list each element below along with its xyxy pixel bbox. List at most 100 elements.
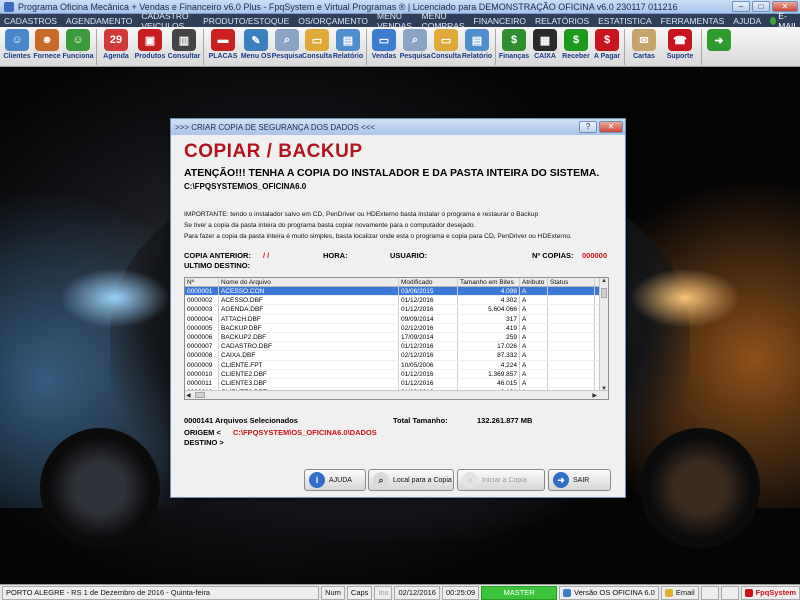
cell-size: 259: [458, 332, 520, 342]
dialog-close-button[interactable]: ✕: [599, 121, 623, 133]
status-ins: Ins: [374, 585, 393, 600]
dialog-help-button[interactable]: ?: [579, 121, 597, 133]
ajuda-button[interactable]: i AJUDA: [304, 469, 366, 491]
table-row[interactable]: 0000001 ACESSO.CON 03/06/2015 4.098 A: [185, 287, 608, 297]
destino-label: DESTINO >: [184, 438, 224, 447]
scroll-left-icon[interactable]: ◀: [186, 392, 191, 399]
toolbar-button-funciona[interactable]: ☺ Funciona: [62, 27, 94, 67]
maximize-button[interactable]: □: [752, 1, 770, 12]
origem-label: ORIGEM <: [184, 428, 221, 437]
toolbar-button-agenda[interactable]: 29 Agenda: [99, 27, 133, 67]
status-time: 00:25:09: [441, 585, 480, 600]
horizontal-scroll-thumb[interactable]: [195, 392, 205, 398]
menu-os-orcamento[interactable]: OS/ORÇAMENTO: [298, 16, 368, 26]
status-city-date: PORTO ALEGRE - RS 1 de Dezembro de 2016 …: [2, 585, 320, 600]
status-master-text: MASTER: [503, 588, 535, 597]
sair-button[interactable]: ➜ SAIR: [548, 469, 611, 491]
pay-money-icon: $: [595, 29, 619, 51]
table-row[interactable]: 0000011 CLIENTE3.DBF 01/12/2016 46.015 A: [185, 378, 608, 389]
cell-status: [548, 360, 595, 369]
toolbar-button-exit[interactable]: ➜: [704, 27, 734, 67]
ultimo-destino-label: ULTIMO DESTINO:: [184, 261, 251, 270]
column-header-modified[interactable]: Modificado: [399, 278, 458, 286]
toolbar-button-pesquisa[interactable]: ⌕ Pesquisa: [272, 27, 302, 67]
cell-size: 317: [458, 314, 520, 323]
copia-anterior-label: COPIA ANTERIOR:: [184, 251, 251, 260]
usuario-label: USUARIO:: [390, 251, 428, 260]
status-date-text: 02/12/2016: [398, 588, 436, 597]
finance-icon: $: [502, 29, 526, 51]
toolbar-button-placas[interactable]: ▬ PLACAS: [206, 27, 240, 67]
table-row[interactable]: 0000005 BACKUP.DBF 02/12/2016 419 A: [185, 323, 608, 333]
envelope-icon: [664, 588, 673, 597]
toolbar-button-label: Consulta: [431, 53, 461, 60]
local-copia-button[interactable]: ⌕ Local para a Copia: [368, 469, 454, 491]
iniciar-copia-button-label: Iniciar a Copia: [482, 476, 527, 484]
toolbar-button-pesquisa[interactable]: ⌕ Pesquisa: [399, 27, 431, 67]
minimize-button[interactable]: –: [732, 1, 750, 12]
toolbar-button-consultar[interactable]: ▥ Consultar: [167, 27, 201, 67]
cell-status: [548, 351, 595, 360]
menu-ferramentas[interactable]: FERRAMENTAS: [661, 16, 725, 26]
toolbar-button-suporte[interactable]: ☎ Suporte: [661, 27, 699, 67]
cell-modified: 10/05/2006: [399, 360, 458, 369]
menu-estatistica[interactable]: ESTATISTICA: [598, 16, 652, 26]
menu-ajuda[interactable]: AJUDA: [733, 16, 761, 26]
toolbar-button-a-pagar[interactable]: $ A Pagar: [592, 27, 622, 67]
table-row[interactable]: 0000009 CLIENTE.FPT 10/05/2006 4.224 A: [185, 360, 608, 370]
column-header-attribute[interactable]: Atributo: [520, 278, 548, 286]
scroll-right-icon[interactable]: ▶: [592, 392, 597, 399]
version-icon: [562, 588, 571, 597]
toolbar-button-consulta[interactable]: ▭ Consulta: [431, 27, 461, 67]
iniciar-copia-button[interactable]: ▫ Iniciar a Copia: [457, 469, 545, 491]
vertical-scroll-thumb[interactable]: [601, 288, 607, 298]
status-fpqsystem[interactable]: FpqSystem: [740, 585, 800, 600]
column-header-size[interactable]: Tamanho em Bites: [458, 278, 520, 286]
toolbar-button-vendas[interactable]: ▭ Vendas: [369, 27, 399, 67]
table-row[interactable]: 0000003 AGENDA.DBF 01/12/2016 5.604.066 A: [185, 305, 608, 315]
toolbar-button-relat-rio[interactable]: ▤ Relatório: [332, 27, 364, 67]
origem-path: C:\FPQSYSTEM\OS_OFICINA6.0\DADOS: [233, 428, 377, 437]
toolbar-button-label: Suporte: [666, 53, 694, 60]
cell-number: 0000005: [185, 323, 219, 332]
report-icon: ▤: [465, 29, 489, 51]
table-row[interactable]: 0000002 ACESSO.DBF 01/12/2016 4.302 A: [185, 296, 608, 306]
toolbar-button-label: Produtos: [134, 53, 166, 60]
column-header-status[interactable]: Status: [548, 278, 595, 286]
menu-agendamento[interactable]: AGENDAMENTO: [66, 16, 132, 26]
menu-cadastros[interactable]: CADASTROS: [4, 16, 57, 26]
toolbar-button-label: PLACAS: [208, 53, 238, 60]
toolbar-button-clientes[interactable]: ☺ Clientes: [2, 27, 32, 67]
toolbar-button-label: Clientes: [3, 53, 31, 60]
toolbar-button-finan-as[interactable]: $ Finanças: [498, 27, 530, 67]
toolbar-button-relat-rio[interactable]: ▤ Relatório: [461, 27, 493, 67]
files-table[interactable]: Nº Nome do Arquivo Modificado Tamanho em…: [184, 277, 609, 400]
table-row[interactable]: 0000006 BACKUP2.DBF 17/09/2014 259 A: [185, 332, 608, 343]
horizontal-scrollbar[interactable]: ◀ ▶: [185, 390, 608, 399]
toolbar-button-menu-os[interactable]: ✎ Menu OS: [240, 27, 272, 67]
toolbar-button-receber[interactable]: $ Receber: [560, 27, 592, 67]
toolbar-button-cartas[interactable]: ✉ Cartas: [627, 27, 661, 67]
menu-bar: CADASTROS AGENDAMENTO CADASTRO VEICULOS …: [0, 11, 800, 31]
cell-file-name: ATTACH.DBF: [219, 314, 399, 323]
toolbar-button-label: Pesquisa: [271, 53, 303, 60]
menu-financeiro[interactable]: FINANCEIRO: [474, 16, 526, 26]
table-row[interactable]: 0000004 ATTACH.DBF 09/09/2014 317 A: [185, 314, 608, 324]
column-header-number[interactable]: Nº: [185, 278, 219, 286]
menu-produto-estoque[interactable]: PRODUTO/ESTOQUE: [203, 16, 289, 26]
table-row[interactable]: 0000008 CAIXA.DBF 02/12/2016 87.332 A: [185, 351, 608, 361]
toolbar-button-fornece[interactable]: ☻ Fornece: [32, 27, 62, 67]
column-header-name[interactable]: Nome do Arquivo: [219, 278, 399, 286]
menu-relatorios[interactable]: RELATÓRIOS: [535, 16, 589, 26]
status-email[interactable]: Email: [660, 585, 699, 600]
cell-attribute: A: [520, 314, 548, 323]
toolbar-button-consulta[interactable]: ▭ Consulta: [302, 27, 332, 67]
toolbar-button-caixa[interactable]: ▦ CAIXA: [530, 27, 560, 67]
table-row[interactable]: 0000007 CADASTRO.DBF 01/12/2016 17.026 A: [185, 342, 608, 352]
exit-arrow-icon: ➜: [553, 472, 569, 488]
scroll-up-icon[interactable]: ▲: [601, 278, 607, 284]
toolbar-button-produtos[interactable]: ▣ Produtos: [133, 27, 167, 67]
table-row[interactable]: 0000010 CLIENTE2.DBF 01/12/2016 1.369.857 A: [185, 369, 608, 379]
vertical-scrollbar[interactable]: ▲ ▼: [599, 278, 608, 392]
cell-number: 0000006: [185, 332, 219, 342]
